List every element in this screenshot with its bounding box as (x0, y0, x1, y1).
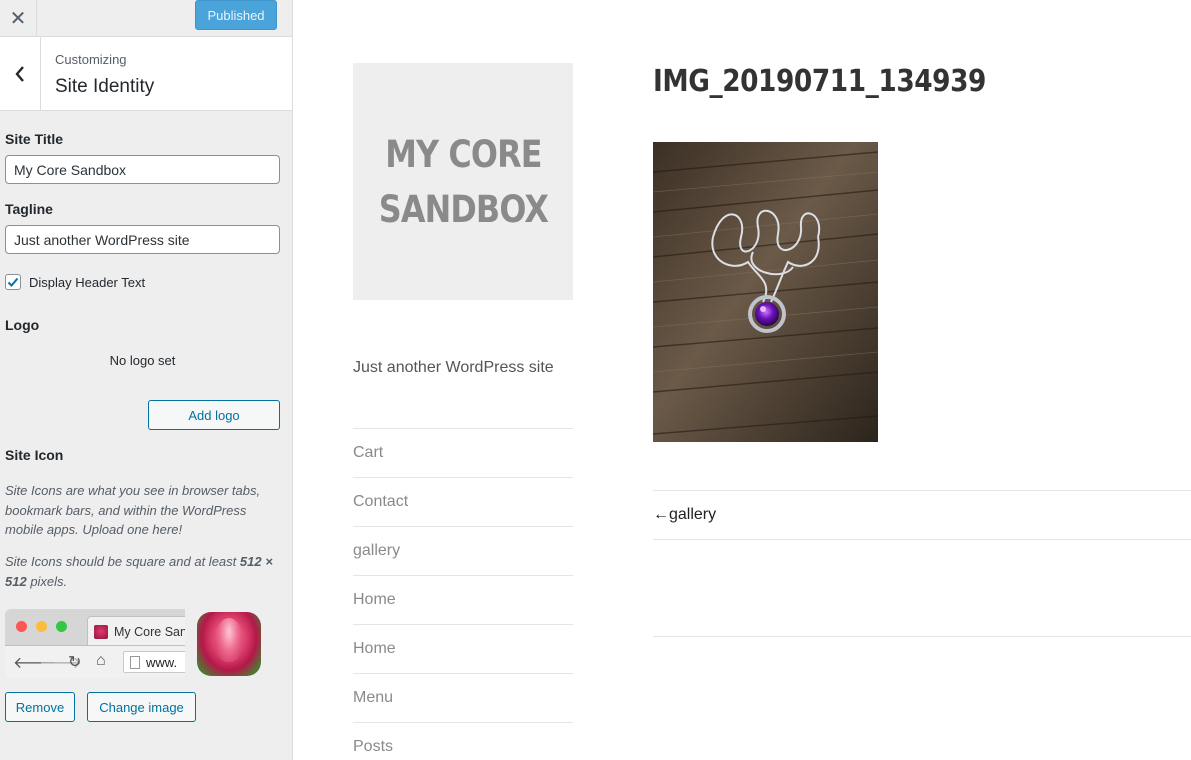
browser-tab-preview: My Core Sandbox (87, 616, 185, 646)
customizer-sidebar: ✕ Published Customizing Site Identity Si… (0, 0, 293, 760)
close-icon: ✕ (9, 8, 27, 30)
url-text: www. (146, 654, 178, 670)
favicon-icon (94, 624, 108, 639)
size-note-text: Site Icons should be square and at least (5, 554, 240, 569)
post-title: IMG_20190711_134939 (653, 64, 986, 99)
menu-item-home-2[interactable]: Home (353, 625, 573, 674)
browser-tab-title: My Core Sandbox (114, 624, 185, 639)
add-logo-button[interactable]: Add logo (148, 400, 280, 430)
site-icon-label: Site Icon (5, 447, 64, 463)
checkmark-icon (7, 277, 19, 287)
window-maximize-dot (56, 621, 67, 632)
window-close-dot (16, 621, 27, 632)
browser-url-preview: www. (123, 651, 185, 673)
section-header: Customizing Site Identity (0, 37, 292, 111)
browser-toolbar-preview: 🡐 🡒 ↻ ⌂ www. (5, 645, 185, 678)
site-menu: Cart Contact gallery Home Home Menu Post… (353, 428, 573, 760)
change-image-button[interactable]: Change image (87, 692, 196, 722)
reload-icon: ↻ (68, 654, 82, 671)
site-preview: MY CORE SANDBOX Just another WordPress s… (293, 0, 1191, 760)
site-icon-browser-preview: My Core Sandbox 🡐 🡒 ↻ ⌂ www. (5, 609, 185, 678)
necklace-photo (653, 142, 878, 442)
site-icon-size-note: Site Icons should be square and at least… (5, 552, 285, 591)
remove-icon-button[interactable]: Remove (5, 692, 75, 722)
logo-label: Logo (5, 317, 40, 333)
menu-item-contact[interactable]: Contact (353, 478, 573, 527)
section-title: Site Identity (55, 76, 155, 97)
site-title-display: MY CORE SANDBOX (378, 127, 548, 237)
content-divider (653, 636, 1191, 637)
back-button[interactable] (0, 37, 41, 110)
site-title-line2: SANDBOX (378, 187, 548, 231)
previous-post-link[interactable]: ←gallery (653, 506, 716, 524)
size-note-suffix: pixels. (26, 573, 68, 589)
menu-item-posts[interactable]: Posts (353, 723, 573, 760)
display-header-row: Display Header Text (5, 274, 145, 290)
publish-button[interactable]: Published (195, 0, 277, 30)
site-tagline-display: Just another WordPress site (353, 359, 554, 376)
site-title-line1: MY CORE (384, 132, 542, 176)
site-icon-description: Site Icons are what you see in browser t… (5, 483, 261, 537)
page-icon (130, 655, 140, 669)
menu-item-cart[interactable]: Cart (353, 429, 573, 478)
breadcrumb: Customizing (55, 52, 127, 67)
site-title-input[interactable]: My Core Sandbox (5, 155, 280, 184)
tagline-input[interactable]: Just another WordPress site (5, 225, 280, 254)
post-navigation: ←gallery (653, 490, 1191, 540)
site-header-logo[interactable]: MY CORE SANDBOX (353, 63, 573, 300)
display-header-label: Display Header Text (29, 274, 146, 290)
close-button[interactable]: ✕ (0, 0, 37, 37)
display-header-checkbox[interactable] (5, 274, 21, 290)
menu-item-menu[interactable]: Menu (353, 674, 573, 723)
tagline-label: Tagline (5, 201, 53, 217)
chevron-left-icon (15, 65, 24, 82)
no-logo-text: No logo set (109, 353, 176, 368)
site-title-label: Site Title (5, 131, 64, 147)
home-icon: ⌂ (96, 652, 106, 669)
site-icon-app-preview (197, 612, 261, 676)
window-minimize-dot (36, 621, 47, 632)
customizer-topbar: ✕ Published (0, 0, 292, 37)
menu-item-home[interactable]: Home (353, 576, 573, 625)
menu-item-gallery[interactable]: gallery (353, 527, 573, 576)
post-image[interactable] (653, 142, 878, 442)
